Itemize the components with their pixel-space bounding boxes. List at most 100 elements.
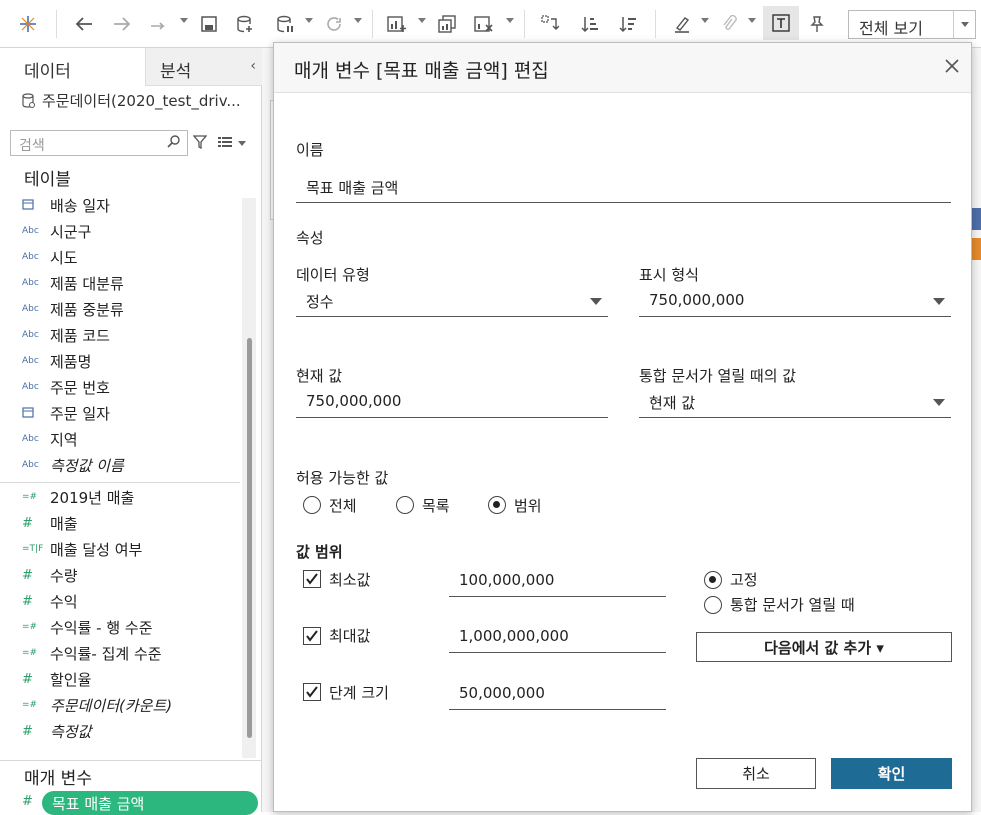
name-input[interactable]: 목표 매출 금액 — [296, 173, 951, 203]
dimension-field[interactable]: Abc 시군구 — [22, 218, 240, 244]
refresh-dropdown-caret[interactable] — [354, 18, 362, 23]
clear-sheet-caret[interactable] — [506, 18, 514, 23]
measure-field[interactable]: =# 주문데이터(카운트) — [22, 692, 240, 718]
measure-field[interactable]: =T|F 매출 달성 여부 — [22, 536, 240, 562]
chart-mark-blue — [972, 208, 981, 230]
highlight-pen-icon[interactable] — [668, 10, 696, 38]
highlight-caret[interactable] — [701, 18, 709, 23]
min-label: 최소값 — [329, 571, 371, 589]
radio-list-label[interactable]: 목록 — [422, 495, 450, 516]
sort-descending-icon[interactable] — [614, 10, 642, 38]
toolbar-separator — [372, 10, 373, 38]
toolbar: 전체 보기 — [0, 0, 981, 48]
dimension-field[interactable]: Abc 제품 코드 — [22, 322, 240, 348]
close-icon[interactable] — [943, 57, 961, 75]
search-input[interactable]: 검색 — [10, 130, 188, 156]
allowable-label: 허용 가능한 값 — [296, 469, 389, 487]
pin-icon[interactable] — [804, 10, 830, 38]
radio-fixed[interactable] — [704, 571, 722, 589]
measure-field[interactable]: # 수량 — [22, 562, 240, 588]
refresh-icon[interactable] — [320, 10, 348, 38]
dimension-field[interactable]: 주문 일자 — [22, 400, 240, 426]
dimension-field[interactable]: Abc 시도 — [22, 244, 240, 270]
boolean-calc-icon: =T|F — [22, 544, 44, 554]
string-type-icon: Abc — [22, 330, 39, 340]
back-arrow-icon[interactable] — [70, 10, 98, 38]
field-label: 수익률- 집계 수준 — [50, 644, 162, 663]
field-label: 시군구 — [50, 222, 92, 241]
current-value-input[interactable]: 750,000,000 — [296, 388, 608, 418]
step-value-input[interactable]: 50,000,000 — [449, 680, 666, 710]
radio-on-open-label[interactable]: 통합 문서가 열릴 때 — [730, 594, 855, 615]
new-worksheet-icon[interactable] — [382, 10, 412, 38]
radio-all-label[interactable]: 전체 — [329, 495, 357, 516]
measure-field[interactable]: =# 2019년 매출 — [22, 484, 240, 510]
calendar-icon — [22, 406, 50, 421]
radio-on-open[interactable] — [704, 596, 722, 614]
display-format-select[interactable]: 750,000,000 — [639, 287, 951, 317]
min-value-input[interactable]: 100,000,000 — [449, 567, 666, 597]
sort-ascending-icon[interactable] — [576, 10, 604, 38]
dimension-field[interactable]: Abc 지역 — [22, 426, 240, 452]
view-list-icon[interactable] — [218, 136, 232, 148]
radio-fixed-label[interactable]: 고정 — [730, 569, 758, 590]
number-calc-icon: =# — [22, 648, 38, 658]
tab-analysis[interactable]: 분석 ‹ — [145, 48, 262, 86]
measure-field[interactable]: =# 수익률- 집계 수준 — [22, 640, 240, 666]
data-type-select[interactable]: 정수 — [296, 287, 608, 317]
show-labels-icon[interactable] — [763, 6, 799, 40]
pause-updates-icon[interactable] — [272, 10, 298, 38]
radio-range[interactable] — [488, 496, 506, 514]
group-caret[interactable] — [748, 18, 756, 23]
radio-list[interactable] — [396, 496, 414, 514]
step-label: 단계 크기 — [329, 684, 389, 702]
add-values-from-button[interactable]: 다음에서 값 추가 ▾ — [696, 632, 952, 662]
save-icon[interactable] — [196, 10, 222, 38]
radio-all[interactable] — [303, 496, 321, 514]
view-list-caret[interactable] — [238, 141, 246, 146]
dimension-field[interactable]: Abc 제품 대분류 — [22, 270, 240, 296]
redo-data-icon[interactable] — [144, 10, 172, 38]
ok-button[interactable]: 확인 — [831, 758, 952, 789]
measure-field[interactable]: # 할인율 — [22, 666, 240, 692]
duplicate-sheet-icon[interactable] — [434, 10, 460, 38]
view-fit-select[interactable]: 전체 보기 — [848, 10, 976, 39]
new-datasource-icon[interactable] — [232, 10, 258, 38]
filter-icon[interactable] — [193, 135, 207, 149]
param-pill[interactable]: 목표 매출 금액 — [42, 791, 258, 815]
swap-rows-columns-icon[interactable] — [536, 10, 564, 38]
measure-field[interactable]: # 수익 — [22, 588, 240, 614]
check-icon — [306, 686, 318, 698]
min-checkbox[interactable] — [303, 570, 321, 588]
dimension-field[interactable]: Abc 제품 중분류 — [22, 296, 240, 322]
datasource-icon — [22, 92, 35, 108]
measure-field[interactable]: # 매출 — [22, 510, 240, 536]
measure-field[interactable]: =# 수익률 - 행 수준 — [22, 614, 240, 640]
measure-field[interactable]: # 측정값 — [22, 718, 240, 744]
chevron-down-icon[interactable] — [953, 11, 975, 38]
new-worksheet-caret[interactable] — [418, 18, 426, 23]
dimension-field[interactable]: 배송 일자 — [22, 192, 240, 218]
dimension-field[interactable]: Abc 제품명 — [22, 348, 240, 374]
datasource-item[interactable]: 주문데이터(2020_test_driv... — [22, 90, 241, 111]
open-value-select[interactable]: 현재 값 — [639, 388, 951, 418]
tab-data[interactable]: 데이터 — [0, 48, 145, 86]
group-members-icon[interactable] — [716, 10, 742, 38]
collapse-pane-icon[interactable]: ‹ — [250, 58, 256, 74]
scrollbar-thumb[interactable] — [247, 338, 252, 738]
tableau-logo-icon[interactable] — [14, 10, 42, 38]
clear-sheet-icon[interactable] — [470, 10, 498, 38]
dimension-field[interactable]: Abc 주문 번호 — [22, 374, 240, 400]
step-checkbox[interactable] — [303, 683, 321, 701]
dimension-field[interactable]: Abc 측정값 이름 — [22, 452, 240, 478]
max-value-input[interactable]: 1,000,000,000 — [449, 623, 666, 653]
redo-dropdown-caret[interactable] — [180, 18, 188, 23]
radio-range-label[interactable]: 범위 — [514, 495, 542, 516]
max-checkbox[interactable] — [303, 627, 321, 645]
check-icon — [306, 630, 318, 642]
dialog-title: 매개 변수 [목표 매출 금액] 편집 — [294, 60, 549, 82]
forward-arrow-icon[interactable] — [108, 10, 136, 38]
number-type-icon: # — [22, 515, 33, 531]
pause-dropdown-caret[interactable] — [305, 18, 313, 23]
cancel-button[interactable]: 취소 — [696, 758, 816, 789]
